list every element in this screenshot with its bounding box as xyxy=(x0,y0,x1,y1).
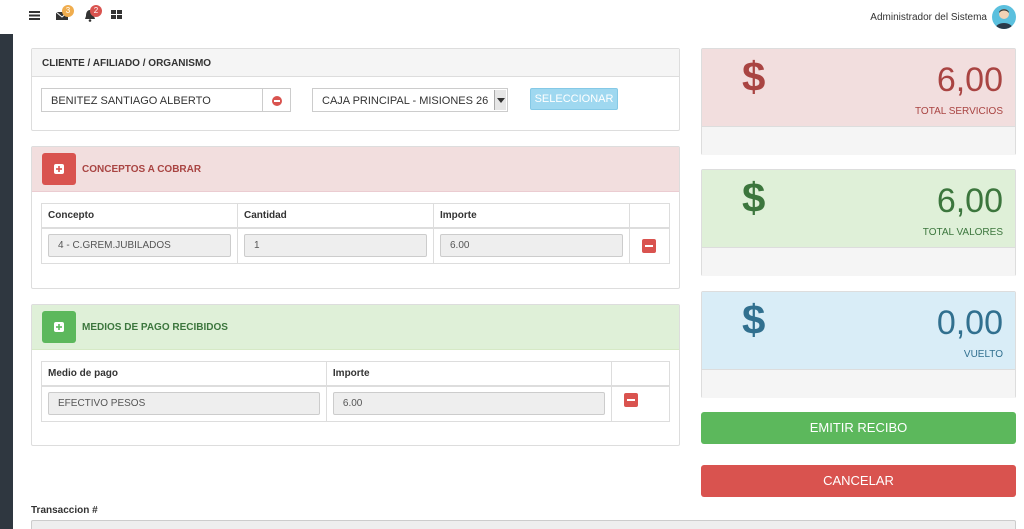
medio-importe-field[interactable]: 6.00 xyxy=(332,392,605,416)
client-panel-title: CLIENTE / AFILIADO / ORGANISMO xyxy=(32,49,679,77)
bell-badge: 2 xyxy=(90,5,102,17)
table-row: EFECTIVO PESOS 6.00 xyxy=(41,385,671,422)
dollar-icon: $ xyxy=(742,53,766,100)
conceptos-panel: CONCEPTOS A COBRAR Concepto Cantidad Imp… xyxy=(31,146,680,289)
conceptos-table: Concepto Cantidad Importe 4 - C.GREM.JUB… xyxy=(41,203,670,264)
dollar-icon: $ xyxy=(742,174,766,221)
col-actions xyxy=(629,203,670,229)
conceptos-title: CONCEPTOS A COBRAR xyxy=(82,163,202,175)
dollar-icon: $ xyxy=(742,296,766,343)
total-valores-label: TOTAL VALORES xyxy=(922,227,1003,238)
remove-medio-button[interactable] xyxy=(623,393,638,407)
mail-icon[interactable]: 3 xyxy=(55,5,74,25)
medios-panel: MEDIOS DE PAGO RECIBIDOS Medio de pago I… xyxy=(31,304,680,446)
avatar[interactable] xyxy=(992,5,1016,29)
add-concepto-button[interactable] xyxy=(42,153,76,185)
transaction-label: Transaccion # xyxy=(31,505,98,516)
bell-icon[interactable]: 2 xyxy=(84,5,102,25)
col-concepto: Concepto xyxy=(41,203,238,229)
clear-client-button[interactable] xyxy=(262,88,291,112)
caja-select[interactable]: CAJA PRINCIPAL - MISIONES 26 xyxy=(312,88,508,112)
sidebar-strip xyxy=(0,34,13,529)
user-name[interactable]: Administrador del Sistema xyxy=(870,12,987,23)
top-bar: 3 2 Administrador del Sistema xyxy=(0,0,1024,34)
total-servicios-card: $ 6,00 TOTAL SERVICIOS xyxy=(701,48,1016,155)
total-valores-card: $ 6,00 TOTAL VALORES xyxy=(701,169,1016,276)
remove-icon xyxy=(272,96,282,106)
medios-table: Medio de pago Importe EFECTIVO PESOS 6.0… xyxy=(41,361,671,422)
vuelto-value: 0,00 xyxy=(936,304,1003,342)
col-actions xyxy=(610,361,671,387)
conceptos-header: CONCEPTOS A COBRAR xyxy=(32,147,679,192)
add-medio-button[interactable] xyxy=(42,311,76,343)
select-button[interactable]: SELECCIONAR xyxy=(530,88,618,110)
plus-icon xyxy=(54,164,64,174)
caja-select-value: CAJA PRINCIPAL - MISIONES 26 xyxy=(322,95,489,107)
col-cantidad: Cantidad xyxy=(237,203,434,229)
grid-icon[interactable] xyxy=(111,9,127,25)
col-medio: Medio de pago xyxy=(41,361,327,387)
card-footer xyxy=(702,248,1015,276)
col-importe: Importe xyxy=(433,203,630,229)
client-panel: CLIENTE / AFILIADO / ORGANISMO BENITEZ S… xyxy=(31,48,680,131)
vuelto-label: VUELTO xyxy=(963,349,1003,360)
transaction-field[interactable] xyxy=(31,520,1016,529)
total-servicios-value: 6,00 xyxy=(936,61,1003,99)
cancel-button[interactable]: CANCELAR xyxy=(701,465,1016,497)
concepto-field[interactable]: 4 - C.GREM.JUBILADOS xyxy=(48,234,231,258)
cantidad-field[interactable]: 1 xyxy=(244,234,427,258)
remove-concepto-button[interactable] xyxy=(642,238,656,253)
col-importe: Importe xyxy=(325,361,612,387)
vuelto-card: $ 0,00 VUELTO xyxy=(701,291,1016,398)
medios-header: MEDIOS DE PAGO RECIBIDOS xyxy=(32,305,679,350)
medios-title: MEDIOS DE PAGO RECIBIDOS xyxy=(82,321,228,333)
total-valores-value: 6,00 xyxy=(936,182,1003,220)
card-footer xyxy=(702,370,1015,398)
client-field[interactable]: BENITEZ SANTIAGO ALBERTO xyxy=(41,88,263,112)
emit-receipt-button[interactable]: EMITIR RECIBO xyxy=(701,412,1016,444)
menu-icon[interactable] xyxy=(29,9,45,25)
card-footer xyxy=(702,127,1015,155)
plus-icon xyxy=(54,322,64,332)
importe-field[interactable]: 6.00 xyxy=(440,234,623,258)
mail-badge: 3 xyxy=(62,5,74,17)
total-servicios-label: TOTAL SERVICIOS xyxy=(915,106,1003,117)
dropdown-arrow-icon xyxy=(494,90,506,110)
table-row: 4 - C.GREM.JUBILADOS 1 6.00 xyxy=(41,227,670,264)
medio-field[interactable]: EFECTIVO PESOS xyxy=(48,392,320,416)
